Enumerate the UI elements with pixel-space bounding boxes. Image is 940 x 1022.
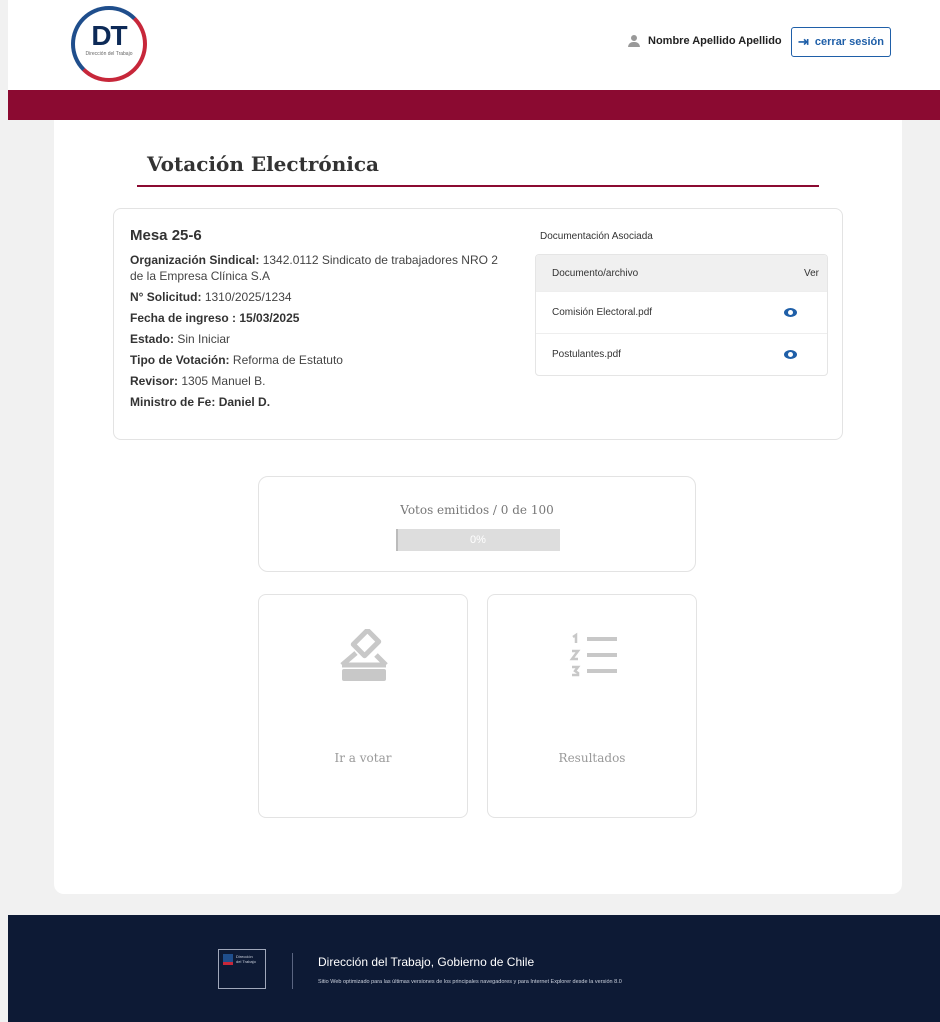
col-view: Ver <box>803 267 819 279</box>
gobierno-logo[interactable]: Dirección del Trabajo <box>218 949 266 989</box>
flag-icon <box>223 954 233 965</box>
field-value: Reforma de Estatuto <box>232 353 343 367</box>
table-row: Postulantes.pdf <box>536 333 827 375</box>
brand-band <box>8 90 940 120</box>
votes-progress-bar: 0% <box>396 529 560 551</box>
results-card-button[interactable]: Resultados <box>487 594 697 818</box>
progress-label: 0% <box>470 534 486 546</box>
eye-icon[interactable] <box>784 308 797 317</box>
col-document: Documento/archivo <box>552 267 639 279</box>
documents-title: Documentación Asociada <box>540 231 653 242</box>
document-name: Postulantes.pdf <box>552 349 621 360</box>
field-label: Revisor: <box>130 374 179 388</box>
site-header: DT Dirección del Trabajo Nombre Apellido… <box>8 0 940 90</box>
votes-label: Votos emitidos / 0 de 100 <box>400 503 554 517</box>
field-value: Sin Iniciar <box>177 332 231 346</box>
gobierno-logo-text: Dirección del Trabajo <box>236 954 256 964</box>
dt-logo[interactable]: DT Dirección del Trabajo <box>71 6 147 82</box>
field-solicitud: N° Solicitud: 1310/2025/1234 <box>130 289 500 305</box>
user-name: Nombre Apellido Apellido <box>648 35 782 47</box>
field-organizacion: Organización Sindical: 1342.0112 Sindica… <box>130 252 500 284</box>
mesa-title: Mesa 25-6 <box>130 227 202 244</box>
field-value: 1310/2025/1234 <box>204 290 292 304</box>
field-label: Ministro de Fe: <box>130 395 216 409</box>
site-footer: Dirección del Trabajo Dirección del Traba… <box>8 915 940 1022</box>
mesa-info-card: Mesa 25-6 Organización Sindical: 1342.01… <box>113 208 843 440</box>
field-tipo-votacion: Tipo de Votación: Reforma de Estatuto <box>130 352 500 368</box>
footer-title: Dirección del Trabajo, Gobierno de Chile <box>318 955 535 969</box>
field-ministro-fe: Ministro de Fe: Daniel D. <box>130 394 500 410</box>
user-info: Nombre Apellido Apellido <box>628 35 782 47</box>
vote-label: Ir a votar <box>334 751 392 765</box>
eye-icon[interactable] <box>784 350 797 359</box>
documents-table: Documento/archivo Ver Comisión Electoral… <box>535 254 828 376</box>
logo-text: DT <box>91 20 127 51</box>
footer-divider <box>292 953 293 989</box>
votes-card: Votos emitidos / 0 de 100 0% <box>258 476 696 572</box>
logout-button[interactable]: ⇥ cerrar sesión <box>791 27 891 57</box>
main-card: Votación Electrónica Mesa 25-6 Organizac… <box>54 120 902 894</box>
vote-card-button[interactable]: Ir a votar <box>258 594 468 818</box>
field-label: Estado: <box>130 332 175 346</box>
user-icon <box>628 35 640 47</box>
title-divider <box>137 185 819 187</box>
logout-icon: ⇥ <box>797 34 809 49</box>
logo-subtext: Dirección del Trabajo <box>85 51 133 57</box>
numbered-list-icon <box>569 632 617 677</box>
page-title: Votación Electrónica <box>147 152 379 176</box>
field-value: 1305 Manuel B. <box>181 374 266 388</box>
results-label: Resultados <box>558 751 626 765</box>
field-label: N° Solicitud: <box>130 290 202 304</box>
field-label: Tipo de Votación: <box>130 353 230 367</box>
field-value: Daniel D. <box>218 395 271 409</box>
field-fecha-ingreso: Fecha de ingreso : 15/03/2025 <box>130 310 500 326</box>
field-estado: Estado: Sin Iniciar <box>130 331 500 347</box>
field-revisor: Revisor: 1305 Manuel B. <box>130 373 500 389</box>
table-row: Comisión Electoral.pdf <box>536 291 827 333</box>
field-value: 15/03/2025 <box>239 311 300 325</box>
ballot-box-icon <box>340 629 388 681</box>
field-label: Fecha de ingreso : <box>130 311 237 325</box>
document-name: Comisión Electoral.pdf <box>552 307 653 318</box>
mesa-fields: Organización Sindical: 1342.0112 Sindica… <box>130 252 500 415</box>
logout-label: cerrar sesión <box>814 36 884 48</box>
field-label: Organización Sindical: <box>130 253 260 267</box>
footer-note: Sitio Web optimizado para las últimas ve… <box>318 979 622 985</box>
documents-table-header: Documento/archivo Ver <box>536 255 827 291</box>
